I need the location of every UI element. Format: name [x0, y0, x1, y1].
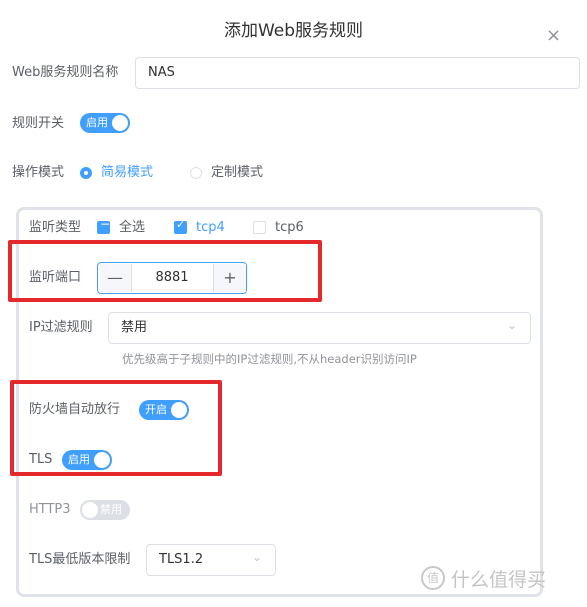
tls-label: TLS	[29, 452, 53, 467]
watermark-logo: 值	[421, 566, 445, 590]
ip-filter-value: 禁用	[121, 320, 148, 335]
checkbox-tcp4[interactable]: ✓	[174, 218, 187, 234]
tls-switch[interactable]: 启用	[62, 450, 112, 470]
minus-icon: —	[107, 268, 123, 287]
checkbox-tcp4-label[interactable]: tcp4	[196, 218, 225, 238]
http3-label: HTTP3	[29, 502, 71, 517]
tls-min-value: TLS1.2	[159, 552, 204, 567]
rule-name-input[interactable]: NAS	[135, 57, 580, 89]
increment-button[interactable]: +	[213, 264, 246, 292]
close-icon[interactable]: ×	[546, 26, 561, 46]
chevron-down-icon: ⌄	[507, 318, 518, 332]
checkbox-select-all[interactable]: −	[97, 217, 110, 234]
check-icon: ✓	[176, 218, 186, 231]
checkbox-select-all-label[interactable]: 全选	[119, 218, 145, 238]
tls-min-select[interactable]: TLS1.2 ⌄	[146, 544, 276, 576]
firewall-switch-text: 开启	[145, 403, 167, 416]
radio-custom-mode[interactable]	[190, 167, 202, 179]
rule-switch[interactable]: 启用	[80, 113, 130, 133]
indeterminate-icon: −	[100, 217, 111, 231]
switch-knob	[112, 115, 128, 131]
listen-port-stepper[interactable]: — 8881 +	[97, 262, 247, 294]
http3-switch-text: 禁用	[100, 503, 122, 516]
rule-name-value: NAS	[148, 65, 175, 80]
tls-switch-text: 启用	[68, 453, 90, 466]
watermark-logo-glyph: 值	[426, 571, 439, 585]
rule-switch-label: 规则开关	[12, 116, 65, 131]
switch-knob	[82, 502, 98, 518]
listen-port-label: 监听端口	[29, 270, 82, 285]
radio-custom-mode-label[interactable]: 定制模式	[211, 163, 263, 183]
watermark-text: 什么值得买	[451, 569, 547, 591]
radio-simple-mode-label[interactable]: 简易模式	[101, 163, 153, 183]
dialog-title: 添加Web服务规则	[223, 21, 364, 41]
listen-port-value[interactable]: 8881	[132, 263, 212, 293]
tls-min-label: TLS最低版本限制	[29, 552, 131, 567]
firewall-switch[interactable]: 开启	[139, 400, 189, 420]
checkbox-tcp6-label[interactable]: tcp6	[275, 218, 304, 238]
mode-label: 操作模式	[12, 165, 65, 180]
switch-knob	[171, 402, 187, 418]
checkbox-tcp6[interactable]	[253, 221, 266, 234]
switch-knob	[94, 452, 110, 468]
ip-filter-label: IP过滤规则	[29, 320, 93, 335]
chevron-down-icon: ⌄	[252, 550, 263, 564]
ip-filter-select[interactable]: 禁用 ⌄	[108, 312, 531, 344]
ip-filter-hint: 优先级高于子规则中的IP过滤规则,不从header识别访问IP	[122, 352, 417, 366]
radio-simple-mode[interactable]	[80, 167, 92, 179]
rule-name-label: Web服务规则名称	[12, 65, 119, 80]
firewall-label: 防火墙自动放行	[29, 402, 121, 417]
listen-type-label: 监听类型	[29, 220, 82, 235]
plus-icon: +	[223, 268, 237, 287]
rule-switch-text: 启用	[86, 116, 108, 129]
decrement-button[interactable]: —	[99, 264, 132, 292]
http3-switch[interactable]: 禁用	[80, 500, 130, 520]
